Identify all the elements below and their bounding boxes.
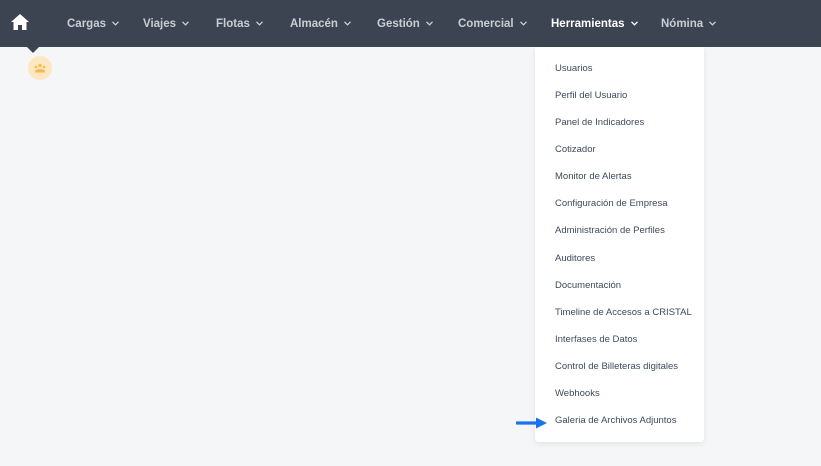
chevron-down-icon (630, 21, 638, 26)
nav-viajes[interactable]: Viajes (143, 0, 190, 47)
menu-item-cotizador[interactable]: Cotizador (555, 144, 596, 156)
menu-item-interfases-de-datos[interactable]: Interfases de Datos (555, 334, 637, 346)
nav-label: Comercial (458, 17, 514, 30)
chevron-down-icon (112, 21, 119, 26)
menu-item-documentacion[interactable]: Documentación (555, 280, 621, 292)
nav-almacen[interactable]: Almacén (290, 0, 351, 47)
home-button[interactable] (9, 11, 31, 33)
nav-gestion[interactable]: Gestión (377, 0, 433, 47)
nav-label: Nómina (661, 17, 704, 30)
nav-label: Gestión (377, 17, 420, 30)
nav-label: Herramientas (551, 17, 625, 30)
nav-flotas[interactable]: Flotas (216, 0, 263, 47)
nav-label: Flotas (216, 17, 250, 30)
chevron-down-icon (255, 21, 263, 26)
nav-comercial[interactable]: Comercial (458, 0, 527, 47)
nav-label: Cargas (67, 17, 106, 30)
top-navbar: Cargas Viajes Flotas Almacén Gestión Com… (0, 0, 821, 47)
nav-label: Almacén (290, 17, 338, 30)
menu-item-usuarios[interactable]: Usuarios (555, 63, 593, 75)
chevron-down-icon (709, 21, 717, 26)
chevron-down-icon (182, 21, 190, 26)
menu-item-auditores[interactable]: Auditores (555, 253, 595, 265)
menu-item-perfil-del-usuario[interactable]: Perfil del Usuario (555, 90, 627, 102)
menu-item-galeria-de-archivos-adjuntos[interactable]: Galeria de Archivos Adjuntos (555, 415, 676, 427)
home-icon (11, 14, 29, 30)
menu-item-configuracion-de-empresa[interactable]: Configuración de Empresa (555, 198, 667, 210)
menu-item-monitor-de-alertas[interactable]: Monitor de Alertas (555, 171, 632, 183)
menu-item-administracion-de-perfiles[interactable]: Administración de Perfiles (555, 225, 665, 237)
menu-item-panel-de-indicadores[interactable]: Panel de Indicadores (555, 117, 644, 129)
chevron-down-icon (343, 21, 351, 26)
user-avatar-icon (34, 63, 46, 73)
nav-herramientas[interactable]: Herramientas (551, 0, 638, 47)
arrow-right-icon (516, 417, 547, 429)
home-pointer-caret (27, 47, 39, 53)
menu-item-timeline-de-accesos[interactable]: Timeline de Accesos a CRISTAL (555, 307, 692, 319)
chevron-down-icon (519, 21, 527, 26)
herramientas-dropdown-menu: Usuarios Perfil del Usuario Panel de Ind… (535, 47, 704, 442)
menu-item-control-de-billeteras[interactable]: Control de Billeteras digitales (555, 361, 678, 373)
nav-label: Viajes (143, 17, 177, 30)
menu-item-webhooks[interactable]: Webhooks (555, 388, 600, 400)
nav-nomina[interactable]: Nómina (661, 0, 717, 47)
user-avatar[interactable] (28, 56, 52, 80)
chevron-down-icon (425, 21, 433, 26)
nav-cargas[interactable]: Cargas (67, 0, 119, 47)
